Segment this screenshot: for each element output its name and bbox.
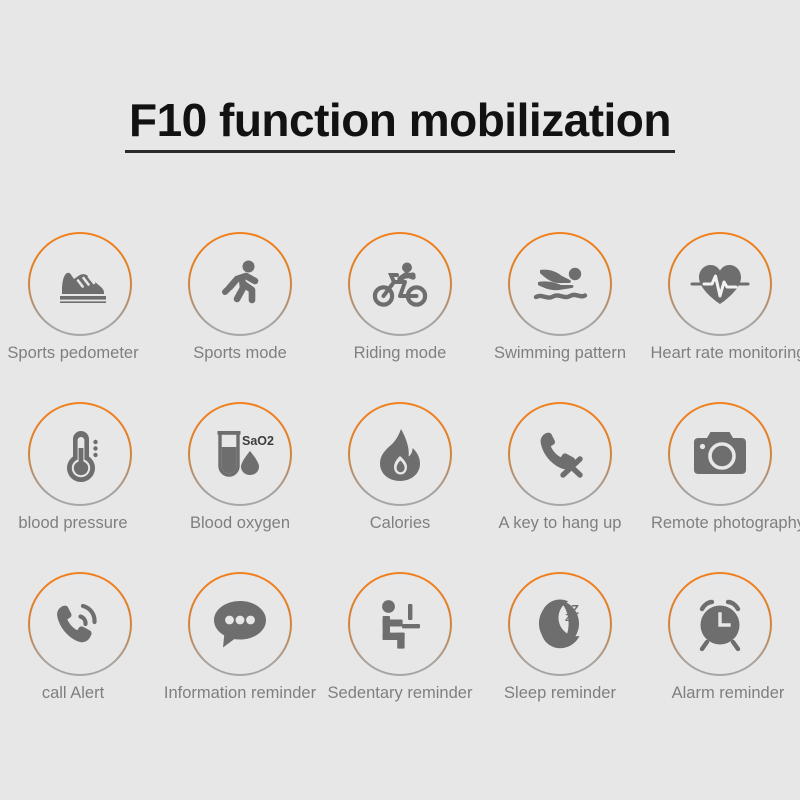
feature-item-sedentary-reminder[interactable]: Sedentary reminder — [320, 568, 480, 738]
feature-icon-ring — [28, 572, 132, 676]
zzz-text-large: Z — [571, 602, 579, 617]
camera-icon — [694, 432, 746, 474]
feature-label: Swimming pattern — [493, 344, 627, 362]
alarm-clock-icon — [699, 599, 741, 652]
feature-label: call Alert — [41, 684, 105, 702]
feature-item-blood-pressure[interactable]: blood pressure — [0, 398, 160, 568]
feature-label: Calories — [369, 514, 431, 532]
phone-ringing-icon — [57, 603, 97, 643]
feature-icon-ring — [348, 232, 452, 336]
speech-bubble-icon — [214, 601, 266, 648]
feature-item-sports-mode[interactable]: Sports mode — [160, 228, 320, 398]
feature-icon-ring — [668, 402, 772, 506]
flame-icon — [380, 429, 420, 481]
feature-item-sports-pedometer[interactable]: Sports pedometer — [0, 228, 160, 398]
promo-page: F10 function mobilization Sports pedomet… — [0, 0, 800, 800]
feature-label: Sedentary reminder — [327, 684, 473, 702]
feature-icon-ring — [348, 402, 452, 506]
feature-item-swimming-pattern[interactable]: Swimming pattern — [480, 228, 640, 398]
page-title: F10 function mobilization — [0, 96, 800, 154]
feature-item-remote-photography[interactable]: Remote photography — [640, 398, 800, 568]
feature-icon-ring — [668, 232, 772, 336]
zzz-text-small: Z — [565, 613, 571, 624]
running-shoe-icon — [60, 272, 106, 303]
feature-item-blood-oxygen[interactable]: SaO2 Blood oxygen — [160, 398, 320, 568]
bicycle-rider-icon — [372, 262, 428, 307]
feature-item-sleep-reminder[interactable]: Z Z Sleep reminder — [480, 568, 640, 738]
feature-item-call-alert[interactable]: call Alert — [0, 568, 160, 738]
feature-icon-ring — [508, 232, 612, 336]
feature-label: Sports pedometer — [7, 344, 139, 362]
feature-label: Heart rate monitoring — [650, 344, 800, 362]
feature-label: Alarm reminder — [671, 684, 785, 702]
feature-item-riding-mode[interactable]: Riding mode — [320, 228, 480, 398]
feature-label: Sleep reminder — [504, 684, 616, 702]
feature-item-heart-rate-monitoring[interactable]: Heart rate monitoring — [640, 228, 800, 398]
feature-label: Riding mode — [353, 344, 447, 362]
feature-label: Information reminder — [163, 684, 317, 702]
feature-item-alarm-reminder[interactable]: Alarm reminder — [640, 568, 800, 738]
sitting-person-icon — [382, 600, 420, 649]
moon-sleep-icon: Z Z — [539, 599, 580, 649]
page-title-text: F10 function mobilization — [124, 96, 676, 154]
feature-icon-ring — [508, 402, 612, 506]
thermometer-icon — [67, 431, 98, 482]
feature-label: blood pressure — [18, 514, 128, 532]
feature-grid: Sports pedometer Sports mode Riding mode… — [0, 228, 800, 738]
feature-item-calories[interactable]: Calories — [320, 398, 480, 568]
running-person-icon — [222, 260, 259, 304]
feature-icon-ring — [668, 572, 772, 676]
feature-icon-ring — [28, 232, 132, 336]
feature-icon-ring — [188, 232, 292, 336]
feature-item-hang-up[interactable]: A key to hang up — [480, 398, 640, 568]
feature-icon-ring — [28, 402, 132, 506]
feature-label: Sports mode — [193, 344, 287, 362]
heart-pulse-icon — [690, 265, 750, 304]
feature-icon-ring — [188, 572, 292, 676]
feature-label: A key to hang up — [498, 514, 622, 532]
feature-icon-ring: Z Z — [508, 572, 612, 676]
feature-item-information-reminder[interactable]: Information reminder — [160, 568, 320, 738]
feature-icon-ring: SaO2 — [188, 402, 292, 506]
feature-icon-ring — [348, 572, 452, 676]
swimmer-icon — [533, 267, 588, 300]
phone-hangup-icon — [540, 432, 583, 478]
feature-label: Blood oxygen — [190, 514, 290, 532]
feature-label: Remote photography — [650, 514, 800, 532]
sao2-badge-text: SaO2 — [242, 434, 274, 448]
test-tube-icon: SaO2 — [217, 431, 274, 477]
